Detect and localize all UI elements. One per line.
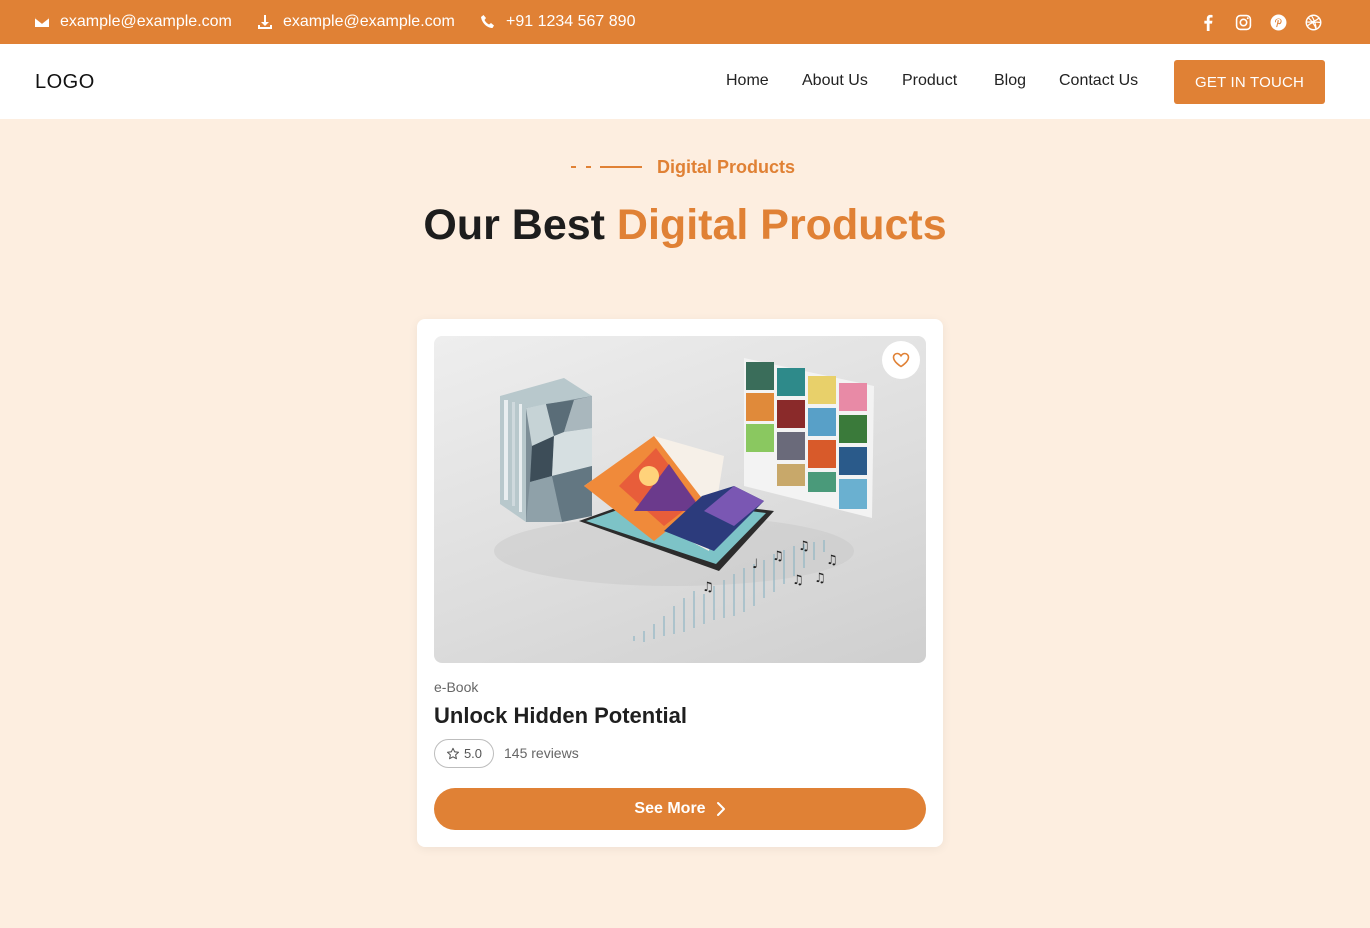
eyebrow-label: Digital Products — [657, 157, 796, 177]
nav-product[interactable]: Product — [902, 72, 957, 90]
pinterest-icon[interactable] — [1269, 13, 1287, 31]
envelope-icon — [34, 16, 50, 27]
eyebrow-decoration — [571, 166, 643, 168]
heart-icon — [892, 352, 910, 368]
product-image[interactable]: ♫ ♩ ♫ ♫ ♫ ♫ ♫ — [434, 336, 926, 663]
see-more-button[interactable]: See More — [434, 788, 926, 830]
nav-contact-us[interactable]: Contact Us — [1059, 72, 1138, 90]
dribbble-icon[interactable] — [1304, 13, 1322, 31]
svg-text:♩: ♩ — [752, 557, 758, 572]
site-header: LOGO Home About Us Product Blog Contact … — [0, 44, 1370, 119]
get-in-touch-button[interactable]: GET IN TOUCH — [1174, 60, 1325, 104]
product-title[interactable]: Unlock Hidden Potential — [434, 703, 687, 729]
svg-text:♫: ♫ — [772, 549, 784, 564]
see-more-label: See More — [634, 800, 706, 817]
phone-text: +91 1234 567 890 — [506, 13, 636, 30]
phone-icon — [481, 15, 494, 28]
svg-text:♫: ♫ — [814, 571, 826, 586]
email-contact-1[interactable]: example@example.com — [34, 0, 232, 44]
email-text-1: example@example.com — [60, 13, 232, 30]
section-eyebrow: Digital Products — [0, 155, 1370, 179]
rating-value: 5.0 — [463, 746, 483, 761]
nav-blog[interactable]: Blog — [994, 72, 1026, 90]
top-contact-bar: example@example.com example@example.com … — [0, 0, 1370, 44]
instagram-icon[interactable] — [1234, 13, 1252, 31]
svg-text:♫: ♫ — [702, 580, 714, 595]
social-links — [1199, 0, 1322, 44]
email-contact-2[interactable]: example@example.com — [257, 0, 455, 44]
favorite-button[interactable] — [882, 341, 920, 379]
digital-products-illustration: ♫ ♩ ♫ ♫ ♫ ♫ ♫ — [494, 358, 874, 642]
product-card[interactable]: ♫ ♩ ♫ ♫ ♫ ♫ ♫ e-Book Unlock Hidden Poten… — [417, 319, 943, 847]
phone-contact[interactable]: +91 1234 567 890 — [480, 0, 635, 44]
nav-home[interactable]: Home — [726, 72, 769, 90]
star-icon — [446, 747, 459, 759]
svg-text:♫: ♫ — [826, 553, 838, 568]
svg-text:♫: ♫ — [798, 539, 810, 554]
product-category: e-Book — [434, 679, 479, 695]
download-icon — [258, 15, 272, 29]
facebook-icon[interactable] — [1199, 13, 1217, 31]
nav-about-us[interactable]: About Us — [802, 72, 868, 90]
main-nav: Home About Us Product Blog Contact Us — [0, 44, 1370, 119]
chevron-right-icon — [716, 802, 725, 816]
section-title: Our Best Digital Products — [0, 201, 1370, 250]
review-count: 145 reviews — [504, 745, 579, 761]
section-title-accent: Digital Products — [616, 201, 947, 249]
svg-text:♫: ♫ — [792, 573, 804, 588]
rating-badge: 5.0 — [434, 739, 494, 768]
section-title-plain: Our Best — [423, 201, 617, 249]
email-text-2: example@example.com — [283, 13, 455, 30]
